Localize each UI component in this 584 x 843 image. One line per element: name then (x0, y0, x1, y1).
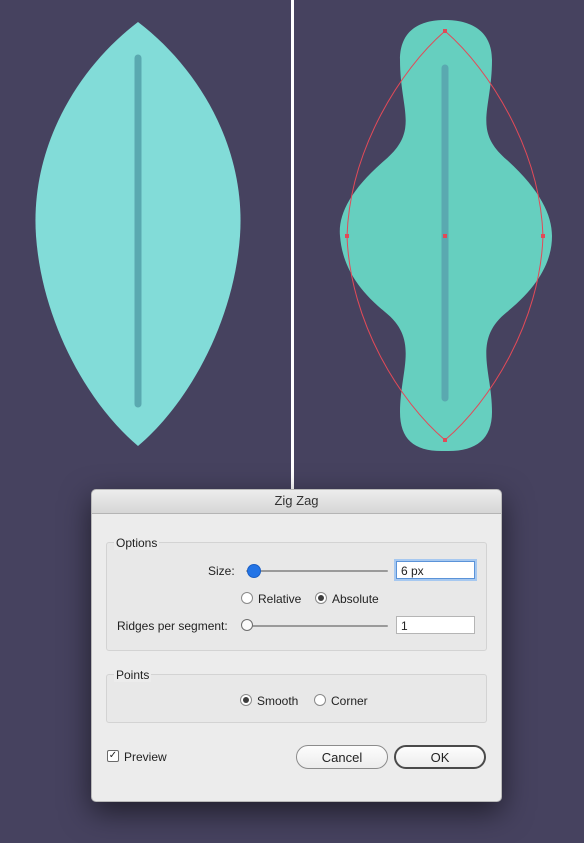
size-slider[interactable] (246, 570, 388, 572)
size-label: Size: (208, 564, 235, 578)
cancel-button[interactable]: Cancel (296, 745, 388, 769)
ridges-slider[interactable] (246, 625, 388, 627)
anchor-point-left[interactable] (345, 234, 349, 238)
smooth-label[interactable]: Smooth (257, 694, 298, 708)
anchor-point-top[interactable] (443, 29, 447, 33)
dialog-title: Zig Zag (92, 490, 501, 514)
anchor-point-center (443, 234, 447, 238)
anchor-point-bottom[interactable] (443, 438, 447, 442)
absolute-label[interactable]: Absolute (332, 592, 379, 606)
ok-button[interactable]: OK (394, 745, 486, 769)
anchor-point-right[interactable] (541, 234, 545, 238)
size-input[interactable]: 6 px (396, 561, 475, 579)
points-group-title: Points (114, 668, 152, 682)
ridges-slider-knob[interactable] (241, 619, 253, 631)
preview-checkbox[interactable]: ✓ (107, 750, 119, 762)
absolute-radio[interactable] (315, 592, 327, 604)
corner-label[interactable]: Corner (331, 694, 368, 708)
preview-label[interactable]: Preview (124, 750, 167, 764)
artboard-divider (291, 0, 294, 492)
corner-radio[interactable] (314, 694, 326, 706)
zigzag-dialog: Zig Zag Options Size: 6 px Relative Abso… (91, 489, 502, 802)
ridges-input[interactable]: 1 (396, 616, 475, 634)
size-slider-knob[interactable] (247, 564, 261, 578)
relative-radio[interactable] (241, 592, 253, 604)
smooth-radio[interactable] (240, 694, 252, 706)
ridges-label: Ridges per segment: (117, 619, 228, 633)
relative-label[interactable]: Relative (258, 592, 301, 606)
options-group-title: Options (114, 536, 160, 550)
